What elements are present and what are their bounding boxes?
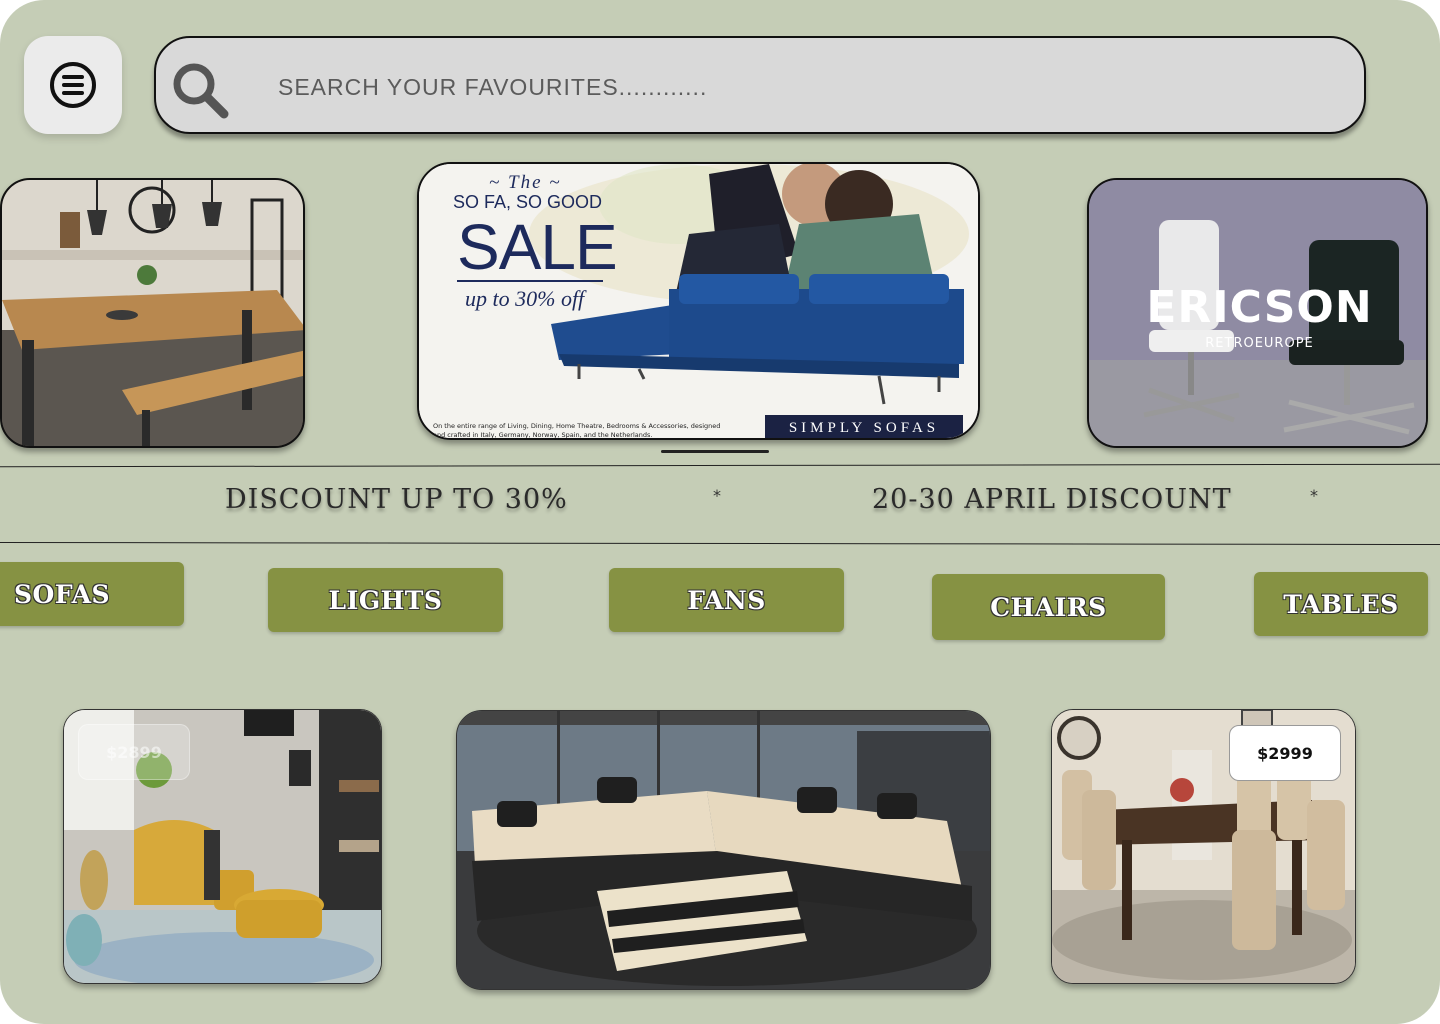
separator-star-2: * <box>1310 486 1318 505</box>
category-tables-button[interactable]: TABLES <box>1254 572 1428 636</box>
menu-button[interactable] <box>24 36 122 134</box>
sale-headline: SALE <box>457 211 618 283</box>
banner-dining-image[interactable] <box>0 178 305 448</box>
divider-bottom <box>0 541 1440 546</box>
search-input[interactable]: SEARCH YOUR FAVOURITES............ <box>278 74 707 101</box>
app-frame: SEARCH YOUR FAVOURITES............ ~ The… <box>0 0 1440 1024</box>
discount-text-2: 20-30 APRIL DISCOUNT <box>872 484 1232 515</box>
banner-ericson[interactable]: ERICSON RETROEUROPE <box>1087 178 1428 448</box>
sale-offer: up to 30% off <box>465 286 585 311</box>
carousel-indicator[interactable] <box>661 450 769 453</box>
sale-brand-logo: SIMPLY SOFAS <box>765 415 963 438</box>
sectional-sofa-illustration <box>457 711 990 989</box>
category-sofas-button[interactable]: SOFAS <box>0 562 184 626</box>
divider-top <box>0 463 1440 468</box>
category-chairs-button[interactable]: CHAIRS <box>932 574 1165 640</box>
ericson-logo-text: ERICSON <box>1146 282 1373 333</box>
ericson-subtitle: RETROEUROPE <box>1205 336 1314 351</box>
sale-fine-print: On the entire range of Living, Dining, H… <box>433 422 721 439</box>
banner-sale[interactable]: ~ The ~ SO FA, SO GOOD SALE up to 30% of… <box>417 162 980 440</box>
price-badge: $2999 <box>1229 725 1341 781</box>
dining-room-illustration <box>2 180 303 446</box>
separator-star-1: * <box>713 486 721 505</box>
sale-the-text: ~ The ~ <box>489 172 562 193</box>
sale-divider <box>457 280 603 282</box>
category-lights-button[interactable]: LIGHTS <box>268 568 503 632</box>
product-card-armchair[interactable]: $2899 <box>63 709 382 984</box>
discount-text-1: DISCOUNT UP TO 30% <box>225 484 568 515</box>
search-icon <box>173 63 229 119</box>
search-bar[interactable]: SEARCH YOUR FAVOURITES............ <box>154 36 1366 134</box>
product-card-sectional-sofa[interactable] <box>456 710 991 990</box>
price-badge: $2899 <box>78 724 190 780</box>
product-card-dining-set[interactable]: $2999 <box>1051 709 1356 984</box>
menu-icon <box>50 62 96 108</box>
category-fans-button[interactable]: FANS <box>609 568 844 632</box>
